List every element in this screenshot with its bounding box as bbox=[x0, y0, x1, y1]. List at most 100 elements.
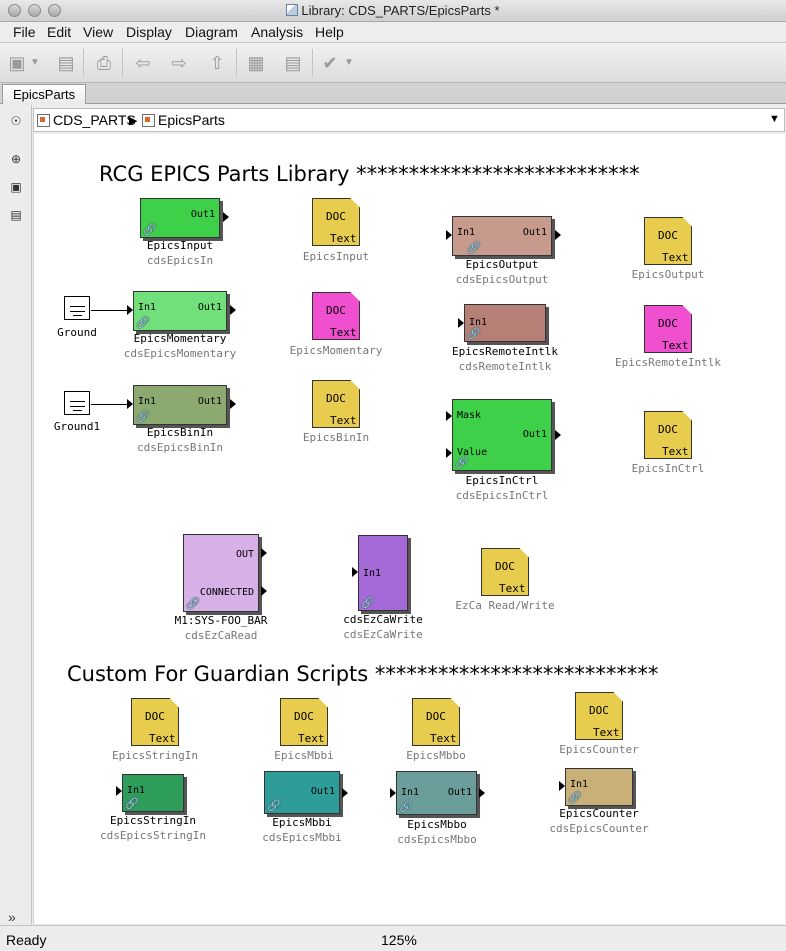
block-epics-mbbo[interactable]: In1 Out1 🔗 bbox=[396, 771, 477, 815]
doc-block[interactable]: DOC Text bbox=[644, 217, 692, 265]
model-icon bbox=[142, 114, 155, 127]
model-explorer-icon[interactable]: ▤ bbox=[282, 52, 304, 74]
back-icon[interactable]: ⇦ bbox=[132, 52, 154, 74]
doc-block[interactable]: DOC Text bbox=[312, 292, 360, 340]
doc-block[interactable]: DOC Text bbox=[412, 698, 460, 746]
block-epics-remote-intlk[interactable]: In1 🔗 bbox=[464, 304, 546, 342]
menu-view[interactable]: View bbox=[83, 24, 113, 40]
block-subtitle: cdsEpicsStringIn bbox=[100, 829, 206, 842]
block-subtitle: cdsEzCaRead bbox=[184, 629, 258, 642]
zoom-level: 125% bbox=[381, 932, 417, 948]
save-icon[interactable]: ▤ bbox=[55, 52, 77, 74]
block-name: EpicsMbbi bbox=[272, 816, 332, 829]
menu-edit[interactable]: Edit bbox=[47, 24, 71, 40]
doc-label: EpicsInput bbox=[302, 250, 370, 263]
forward-icon[interactable]: ⇨ bbox=[168, 52, 190, 74]
doc-label: EpicsOutput bbox=[631, 268, 705, 281]
block-subtitle: cdsEzCaWrite bbox=[343, 628, 423, 641]
up-icon[interactable]: ⇧ bbox=[206, 52, 228, 74]
block-name: EpicsCounter bbox=[559, 807, 639, 820]
block-epics-mbbi[interactable]: Out1 🔗 bbox=[264, 771, 340, 814]
zoom-in-icon[interactable]: ⊕ bbox=[8, 151, 24, 167]
ground-block[interactable] bbox=[64, 296, 90, 320]
menu-file[interactable]: File bbox=[13, 24, 36, 40]
new-model-icon[interactable]: ▣ bbox=[6, 52, 28, 74]
breadcrumb-root[interactable]: CDS_PARTS bbox=[37, 112, 136, 128]
doc-block[interactable]: DOC Text bbox=[131, 698, 179, 746]
diagram-canvas[interactable]: RCG EPICS Parts Library ****************… bbox=[33, 134, 785, 924]
output-port-icon bbox=[479, 788, 485, 798]
breadcrumb-arrow-icon: ▶ bbox=[129, 115, 138, 127]
doc-block[interactable]: DOC Text bbox=[312, 380, 360, 428]
block-subtitle: cdsEpicsBinIn bbox=[136, 441, 224, 454]
ground-label: Ground1 bbox=[53, 420, 101, 433]
block-subtitle: cdsEpicsMomentary bbox=[123, 347, 237, 360]
doc-label: EpicsRemoteIntlk bbox=[615, 356, 721, 369]
hide-explorer-icon[interactable]: ☉ bbox=[8, 113, 24, 129]
block-epics-input[interactable]: Out1 🔗 bbox=[140, 198, 220, 238]
block-name: EpicsBinIn bbox=[146, 426, 214, 439]
output-port-icon bbox=[555, 230, 561, 240]
block-subtitle: cdsRemoteIntlk bbox=[458, 360, 552, 373]
menu-display[interactable]: Display bbox=[126, 24, 172, 40]
annotation-icon[interactable]: ▤ bbox=[8, 207, 24, 223]
breadcrumb-dropdown-icon[interactable]: ▼ bbox=[769, 113, 780, 125]
output-port-icon bbox=[223, 212, 229, 222]
menu-help[interactable]: Help bbox=[315, 24, 344, 40]
expand-icon[interactable]: » bbox=[8, 909, 16, 925]
doc-block[interactable]: DOC Text bbox=[481, 548, 529, 596]
block-name: EpicsMomentary bbox=[133, 332, 227, 345]
output-port-icon bbox=[230, 399, 236, 409]
library-browser-icon[interactable]: ▦ bbox=[245, 52, 267, 74]
ground-label: Ground bbox=[57, 326, 97, 339]
output-port-icon bbox=[261, 548, 267, 558]
output-port-icon bbox=[342, 788, 348, 798]
title-bar: Library: CDS_PARTS/EpicsParts * bbox=[0, 0, 786, 22]
output-port-icon bbox=[555, 430, 561, 440]
doc-block[interactable]: DOC Text bbox=[280, 698, 328, 746]
block-name: EpicsInCtrl bbox=[465, 474, 539, 487]
block-ezca-write[interactable]: In1 🔗 bbox=[358, 535, 408, 611]
left-palette: ☉ ⊕ ▣ ▤ bbox=[0, 105, 32, 924]
block-name: EpicsMbbo bbox=[407, 818, 467, 831]
breadcrumb-current[interactable]: EpicsParts bbox=[142, 112, 225, 128]
breadcrumb: CDS_PARTS ▶ EpicsParts ▼ bbox=[33, 108, 785, 132]
print-icon[interactable]: ⎙ bbox=[93, 52, 115, 74]
block-epics-bin-in[interactable]: In1 Out1 🔗 bbox=[133, 385, 227, 425]
block-ezca-read[interactable]: OUT CONNECTED 🔗 bbox=[183, 534, 259, 612]
block-epics-in-ctrl[interactable]: Mask Out1 Value 🔗 bbox=[452, 399, 552, 471]
fit-to-view-icon[interactable]: ▣ bbox=[8, 179, 24, 195]
link-icon: 🔗 bbox=[467, 242, 481, 254]
new-dropdown-icon[interactable]: ▼ bbox=[28, 52, 42, 74]
library-header: RCG EPICS Parts Library ****************… bbox=[99, 162, 640, 186]
block-subtitle: cdsEpicsCounter bbox=[549, 822, 649, 835]
block-subtitle: cdsEpicsIn bbox=[146, 254, 214, 267]
check-icon[interactable]: ✔ bbox=[319, 52, 341, 74]
doc-label: EpicsMomentary bbox=[289, 344, 383, 357]
menu-diagram[interactable]: Diagram bbox=[185, 24, 238, 40]
output-port-icon bbox=[261, 586, 267, 596]
block-epics-counter[interactable]: In1 🔗 bbox=[565, 768, 633, 806]
block-name: EpicsOutput bbox=[465, 258, 539, 271]
signal-line bbox=[91, 310, 131, 311]
doc-block[interactable]: DOC Text bbox=[575, 692, 623, 740]
menu-analysis[interactable]: Analysis bbox=[251, 24, 303, 40]
doc-block[interactable]: DOC Text bbox=[644, 305, 692, 353]
ground-block[interactable] bbox=[64, 391, 90, 415]
signal-line bbox=[91, 404, 131, 405]
block-epics-string-in[interactable]: In1 🔗 bbox=[122, 774, 184, 812]
link-icon: 🔗 bbox=[136, 317, 150, 329]
doc-label: EpicsMbbo bbox=[406, 749, 466, 762]
block-epics-momentary[interactable]: In1 Out1 🔗 bbox=[133, 291, 227, 331]
doc-block[interactable]: DOC Text bbox=[644, 411, 692, 459]
link-icon: 🔗 bbox=[455, 457, 469, 469]
tab-epicsparts[interactable]: EpicsParts bbox=[2, 84, 87, 104]
doc-label: EpicsCounter bbox=[559, 743, 639, 756]
output-port-icon bbox=[230, 305, 236, 315]
tab-strip: EpicsParts bbox=[0, 83, 786, 104]
doc-label: EpicsStringIn bbox=[111, 749, 199, 762]
block-epics-output[interactable]: In1 Out1 🔗 bbox=[452, 216, 552, 256]
doc-block[interactable]: DOC Text bbox=[312, 198, 360, 246]
check-dropdown-icon[interactable]: ▼ bbox=[342, 52, 356, 74]
block-subtitle: cdsEpicsInCtrl bbox=[455, 489, 549, 502]
